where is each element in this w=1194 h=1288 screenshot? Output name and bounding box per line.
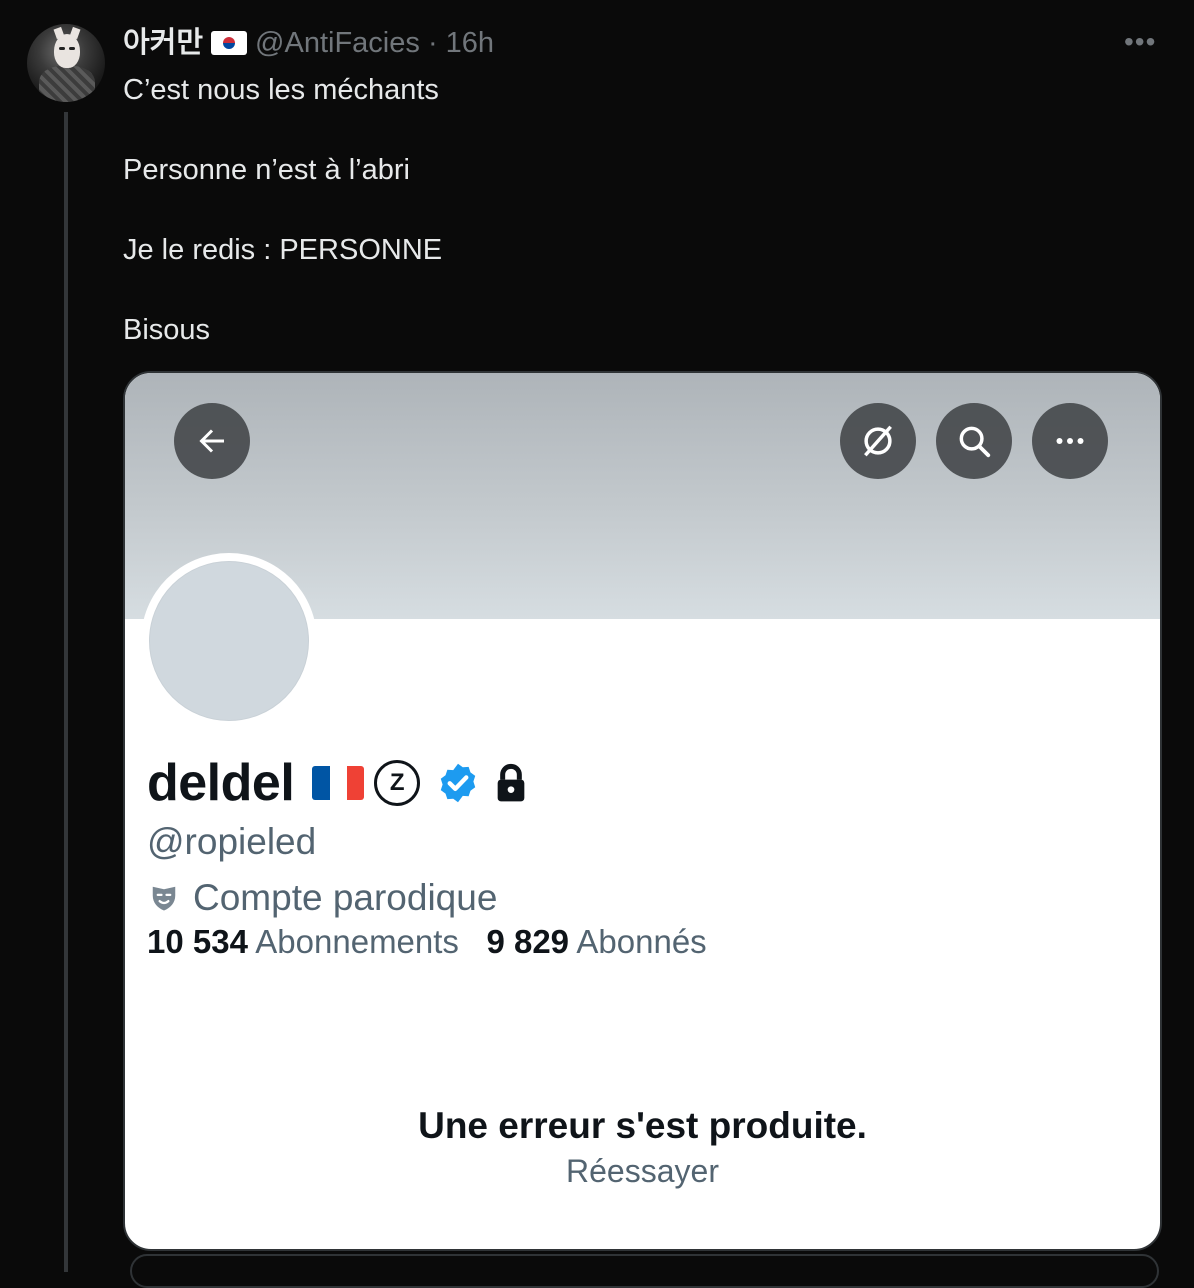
header-separator: ·	[427, 27, 438, 59]
profile-name: deldel	[147, 754, 295, 812]
followers-count: 9 829	[486, 923, 570, 960]
embedded-screenshot-card[interactable]: deldel Z @ropieled Compte parodique 10 5…	[123, 371, 1162, 1251]
following-label: Abonnements	[255, 923, 459, 960]
profile-avatar[interactable]	[141, 553, 317, 729]
profile-name-row: deldel Z	[147, 753, 528, 813]
retry-button[interactable]: Réessayer	[125, 1153, 1160, 1190]
more-button[interactable]	[1032, 403, 1108, 479]
following-stat[interactable]: 10 534 Abonnements	[147, 923, 459, 960]
tweet-line: Je le redis : PERSONNE	[123, 234, 443, 266]
thread-line	[64, 112, 68, 1272]
tweet-header: 아커만 @AntiFacies · 16h	[123, 26, 494, 60]
france-flag-icon	[312, 766, 365, 800]
parody-text: Compte parodique	[193, 877, 498, 918]
followers-label: Abonnés	[576, 923, 707, 960]
grok-button[interactable]	[840, 403, 916, 479]
follow-stats: 10 534 Abonnements 9 829 Abonnés	[147, 923, 707, 961]
back-arrow-icon	[199, 429, 224, 453]
more-options-icon[interactable]: •••	[1124, 26, 1156, 58]
author-display-name[interactable]: 아커만	[123, 27, 203, 59]
author-avatar[interactable]	[27, 24, 105, 102]
profile-handle: @ropieled	[147, 821, 317, 862]
tweet-line: Personne n’est à l’abri	[123, 154, 410, 186]
theater-mask-icon	[152, 886, 176, 911]
tweet-text: C’est nous les méchants Personne n’est à…	[123, 70, 442, 350]
tweet-line: C’est nous les méchants	[123, 74, 439, 106]
search-icon	[959, 426, 991, 458]
parody-label: Compte parodique	[149, 877, 497, 919]
followers-stat[interactable]: 9 829 Abonnés	[486, 923, 706, 960]
back-button[interactable]	[174, 403, 250, 479]
tweet-timestamp[interactable]: 16h	[446, 27, 494, 59]
south-korea-flag-icon	[211, 31, 248, 55]
more-dots-icon	[1056, 438, 1084, 444]
grok-icon	[864, 425, 892, 457]
following-count: 10 534	[147, 923, 248, 960]
z-badge-icon: Z	[374, 760, 421, 806]
next-card-edge	[130, 1254, 1159, 1288]
search-button[interactable]	[936, 403, 1012, 479]
tweet-line: Bisous	[123, 314, 211, 346]
verified-badge-icon	[441, 763, 476, 803]
lock-icon	[497, 763, 525, 802]
author-handle[interactable]: @AntiFacies	[255, 27, 420, 59]
error-message: Une erreur s'est produite.	[418, 1105, 867, 1146]
